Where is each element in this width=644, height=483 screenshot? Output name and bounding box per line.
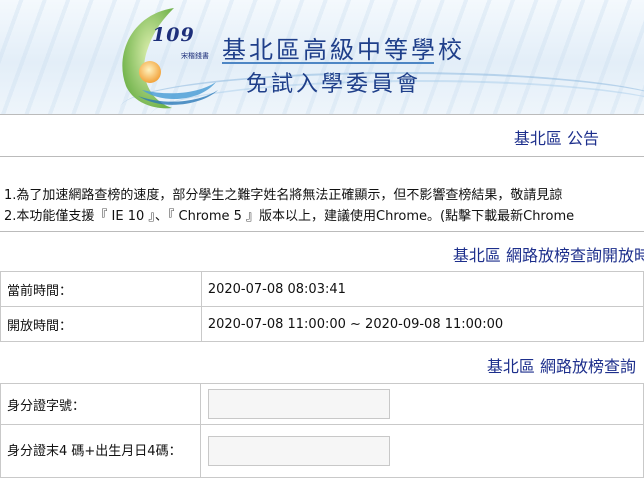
id-number-label: 身分證字號： <box>0 383 202 425</box>
title-divider <box>222 62 434 64</box>
dob-cell <box>200 424 644 478</box>
header-banner: 109 宋楷錢書 基北區高級中等學校 免試入學委員會 <box>0 0 644 114</box>
current-time-label: 當前時間： <box>0 271 202 307</box>
dob-label: 身分證末4 碼+出生月日4碼： <box>0 424 202 478</box>
open-period-table: 當前時間： 2020-07-08 08:03:41 開放時間： 2020-07-… <box>0 271 644 342</box>
table-row: 身分證末4 碼+出生月日4碼： <box>0 424 644 478</box>
announcement-title: 基北區 公告 <box>513 129 599 148</box>
divider <box>0 231 644 232</box>
query-title: 基北區 網路放榜查詢 <box>486 357 636 376</box>
divider <box>0 114 644 115</box>
open-time-label: 開放時間： <box>0 306 202 342</box>
notice-line-1: 1.為了加速網路查榜的速度，部分學生之難字姓名將無法正確顯示，但不影響查榜結果，… <box>4 188 563 203</box>
committee-name: 免試入學委員會 <box>246 72 422 97</box>
org-name: 基北區高級中等學校 <box>222 36 465 64</box>
open-period-title: 基北區 網路放榜查詢開放時 <box>452 246 644 265</box>
current-time-value: 2020-07-08 08:03:41 <box>200 271 644 307</box>
id-number-cell <box>200 383 644 425</box>
logo-year: 109 <box>152 24 195 46</box>
open-time-value: 2020-07-08 11:00:00 ~ 2020-09-08 11:00:0… <box>200 306 644 342</box>
query-form: 身分證字號： 身分證末4 碼+出生月日4碼： <box>0 383 644 478</box>
table-row: 開放時間： 2020-07-08 11:00:00 ~ 2020-09-08 1… <box>0 306 644 342</box>
notice-line-2: 2.本功能僅支援『 IE 10 』、『 Chrome 5 』版本以上，建議使用C… <box>4 209 575 224</box>
table-row: 身分證字號： <box>0 383 644 425</box>
table-row: 當前時間： 2020-07-08 08:03:41 <box>0 271 644 307</box>
id-last4-dob-input[interactable] <box>208 436 391 466</box>
logo-tagline: 宋楷錢書 <box>181 52 209 60</box>
divider <box>0 156 644 157</box>
id-number-input[interactable] <box>208 389 391 419</box>
